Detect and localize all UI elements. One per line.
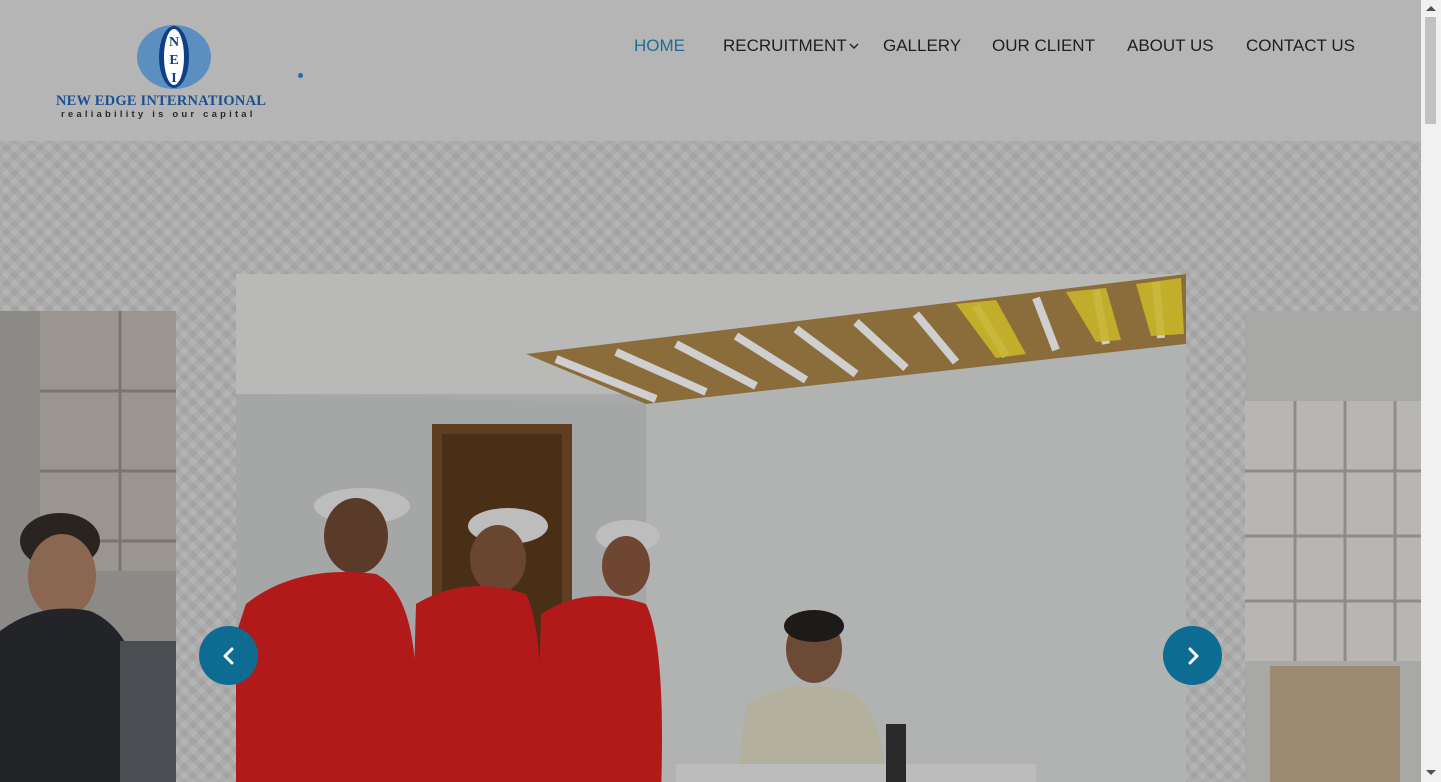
scroll-up-arrow-icon[interactable]: [1426, 6, 1436, 11]
hero-carousel: [0, 141, 1421, 782]
site-header: N E I NEW EDGE INTERNATIONAL realiabilit…: [0, 0, 1421, 141]
svg-text:I: I: [171, 71, 176, 86]
nav-recruitment[interactable]: RECRUITMENT: [723, 36, 847, 56]
nav-contact-us[interactable]: CONTACT US: [1246, 36, 1355, 56]
carousel-next-button[interactable]: [1163, 626, 1222, 685]
brand-tagline: realiability is our capital: [61, 109, 256, 120]
page-scrollbar[interactable]: [1421, 0, 1441, 782]
main-nav: HOME RECRUITMENT GALLERY OUR CLIENT ABOU…: [0, 36, 1421, 58]
recruitment-office-photo: [236, 274, 1186, 782]
chevron-right-icon: [1188, 647, 1198, 664]
office-shelf-photo: [1245, 311, 1421, 782]
chevron-down-icon[interactable]: [849, 43, 859, 50]
carousel-slide-next[interactable]: [1245, 311, 1421, 782]
nav-home[interactable]: HOME: [634, 36, 685, 56]
decorative-dot: [298, 73, 303, 78]
nav-about-us[interactable]: ABOUT US: [1127, 36, 1214, 56]
office-photo: [0, 311, 176, 782]
carousel-slide-previous[interactable]: [0, 311, 176, 782]
chevron-left-icon: [223, 647, 233, 664]
nav-gallery[interactable]: GALLERY: [883, 36, 961, 56]
nav-our-client[interactable]: OUR CLIENT: [992, 36, 1095, 56]
scrollbar-thumb[interactable]: [1425, 17, 1436, 124]
carousel-prev-button[interactable]: [199, 626, 258, 685]
scroll-down-arrow-icon[interactable]: [1426, 770, 1436, 775]
brand-name: NEW EDGE INTERNATIONAL: [56, 93, 267, 109]
carousel-slide-active[interactable]: [236, 274, 1186, 782]
